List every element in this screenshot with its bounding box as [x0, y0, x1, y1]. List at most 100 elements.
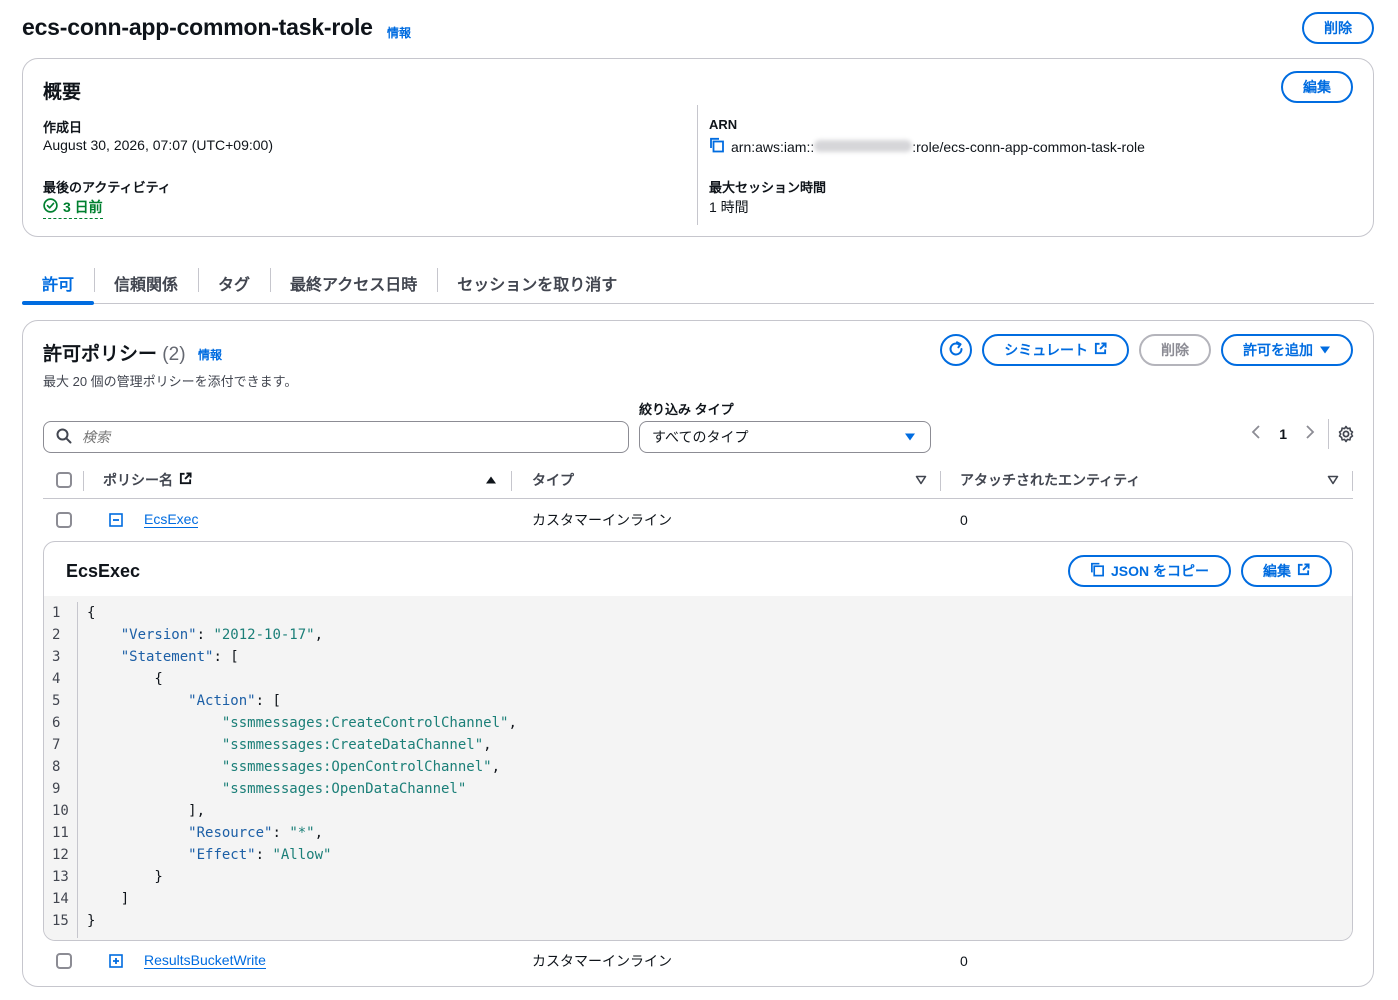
policy-name-cell: ResultsBucketWrite: [144, 941, 266, 981]
code-line: {: [87, 671, 163, 687]
last-activity-value[interactable]: 3 日前: [43, 197, 103, 219]
sort-icon[interactable]: [1327, 461, 1339, 499]
tab-tags[interactable]: タグ: [198, 262, 270, 304]
attached-entities-cell: 0: [960, 953, 968, 969]
caret-down-icon: [904, 429, 916, 445]
edit-policy-button[interactable]: 編集: [1241, 555, 1332, 587]
page-number[interactable]: 1: [1279, 426, 1287, 442]
code-line: "Effect": "Allow": [188, 847, 332, 863]
tab-revoke-sessions[interactable]: セッションを取り消す: [437, 262, 637, 304]
json-code-viewer[interactable]: 1 2 3 4 5 6 7 8 9 10 11 12 13 14 15 { "V…: [44, 596, 1352, 940]
code-line: "ssmmessages:CreateDataChannel",: [221, 737, 492, 753]
line-number: 3: [52, 649, 61, 665]
row-checkbox[interactable]: [56, 953, 72, 969]
summary-card: 概要 編集 作成日 August 30, 2026, 07:07 (UTC+09…: [22, 58, 1374, 237]
max-session-value: 1 時間: [709, 199, 749, 215]
tab-trust-relationships[interactable]: 信頼関係: [94, 262, 198, 304]
page-header: ecs-conn-app-common-task-role 情報 削除: [22, 12, 1374, 44]
policy-document-title: EcsExec: [66, 561, 141, 581]
search-input[interactable]: [82, 429, 582, 445]
redacted-account-id: [814, 139, 913, 152]
summary-edit-button[interactable]: 編集: [1281, 71, 1353, 103]
external-link-icon: [179, 472, 192, 488]
type-filter-select[interactable]: すべてのタイプ: [639, 421, 931, 453]
sort-ascending-icon[interactable]: [485, 461, 497, 499]
column-separator: [83, 471, 84, 491]
line-number: 9: [52, 781, 61, 797]
row-select-cell: [56, 941, 72, 981]
line-number: 15: [52, 913, 69, 929]
filter-type-label: 絞り込み タイプ: [639, 402, 734, 417]
code-line: "ssmmessages:OpenDataChannel": [221, 781, 467, 797]
row-select-cell: [56, 500, 72, 540]
policies-count: (2): [162, 344, 186, 365]
refresh-icon: [947, 340, 965, 361]
search-icon: [56, 428, 72, 447]
tab-last-accessed[interactable]: 最終アクセス日時: [270, 262, 437, 304]
collapse-row-icon[interactable]: [109, 500, 123, 540]
json-code-lines: { "Version": "2012-10-17", "Statement": …: [87, 602, 517, 932]
policies-title-text: 許可ポリシー: [43, 344, 158, 365]
column-header-policy-name[interactable]: ポリシー名: [103, 461, 192, 499]
line-number: 1: [52, 605, 61, 621]
select-all-checkbox[interactable]: [56, 472, 72, 488]
policy-document-actions: JSON をコピー 編集: [1067, 555, 1332, 587]
arn-label: ARN: [709, 117, 738, 132]
code-line: "Resource": "*",: [188, 825, 324, 841]
column-header-type[interactable]: タイプ: [532, 461, 574, 499]
external-link-icon: [1297, 563, 1310, 579]
delete-role-button[interactable]: 削除: [1302, 12, 1374, 44]
add-permissions-button[interactable]: 許可を追加: [1221, 334, 1353, 366]
delete-policy-button[interactable]: 削除: [1139, 334, 1211, 366]
refresh-button[interactable]: [940, 334, 973, 366]
page-title: ecs-conn-app-common-task-role: [22, 14, 373, 40]
code-line: "Version": "2012-10-17",: [120, 627, 324, 643]
line-number-gutter: 1 2 3 4 5 6 7 8 9 10 11 12 13 14 15: [44, 602, 78, 938]
policy-link[interactable]: EcsExec: [144, 512, 199, 528]
attached-entities-cell: 0: [960, 512, 968, 528]
copy-icon: [1090, 562, 1105, 580]
info-link[interactable]: 情報: [387, 24, 411, 41]
search-box: [43, 421, 629, 453]
add-permissions-label: 許可を追加: [1243, 342, 1313, 358]
select-all-cell: [56, 461, 72, 499]
last-activity-label: 最後のアクティビティ: [43, 180, 171, 195]
gear-icon[interactable]: [1337, 425, 1355, 446]
line-number: 6: [52, 715, 61, 731]
simulate-button[interactable]: シミュレート: [982, 334, 1129, 366]
line-number: 13: [52, 869, 69, 885]
type-filter-value: すべてのタイプ: [652, 429, 749, 445]
policies-title: 許可ポリシー (2): [43, 339, 186, 366]
column-separator: [511, 471, 512, 491]
last-activity-text: 3 日前: [63, 199, 103, 215]
line-number: 10: [52, 803, 69, 819]
policies-info-link[interactable]: 情報: [198, 346, 222, 363]
copy-icon[interactable]: [709, 137, 725, 156]
column-header-attached-entities[interactable]: アタッチされたエンティティ: [960, 461, 1140, 499]
arn-prefix: arn:aws:iam::: [731, 138, 815, 155]
created-label: 作成日: [43, 120, 83, 135]
tab-permissions[interactable]: 許可: [22, 262, 95, 305]
column-separator: [1352, 471, 1353, 491]
chevron-right-icon[interactable]: [1305, 425, 1315, 442]
line-number: 7: [52, 737, 61, 753]
column-separator: [940, 471, 941, 491]
chevron-left-icon[interactable]: [1251, 425, 1261, 442]
sort-icon[interactable]: [915, 461, 927, 499]
line-number: 11: [52, 825, 69, 841]
copy-json-label: JSON をコピー: [1110, 563, 1209, 579]
check-circle-icon: [43, 198, 58, 216]
created-value: August 30, 2026, 07:07 (UTC+09:00): [43, 137, 273, 153]
copy-json-button[interactable]: JSON をコピー: [1067, 555, 1231, 587]
line-number: 8: [52, 759, 61, 775]
table-header: ポリシー名 タイプ アタッチされたエンティティ: [43, 461, 1353, 499]
permission-policies-card: 許可ポリシー (2) 情報 最大 20 個の管理ポリシーを添付できます。 シミュ…: [22, 320, 1374, 987]
line-number: 4: [52, 671, 61, 687]
line-number: 14: [52, 891, 69, 907]
code-line: ],: [87, 803, 206, 819]
max-session-label: 最大セッション時間: [709, 180, 827, 195]
policy-link[interactable]: ResultsBucketWrite: [144, 953, 266, 969]
row-checkbox[interactable]: [56, 512, 72, 528]
expand-row-icon[interactable]: [109, 941, 123, 981]
arn-suffix: :role/ecs-conn-app-common-task-role: [912, 138, 1145, 155]
